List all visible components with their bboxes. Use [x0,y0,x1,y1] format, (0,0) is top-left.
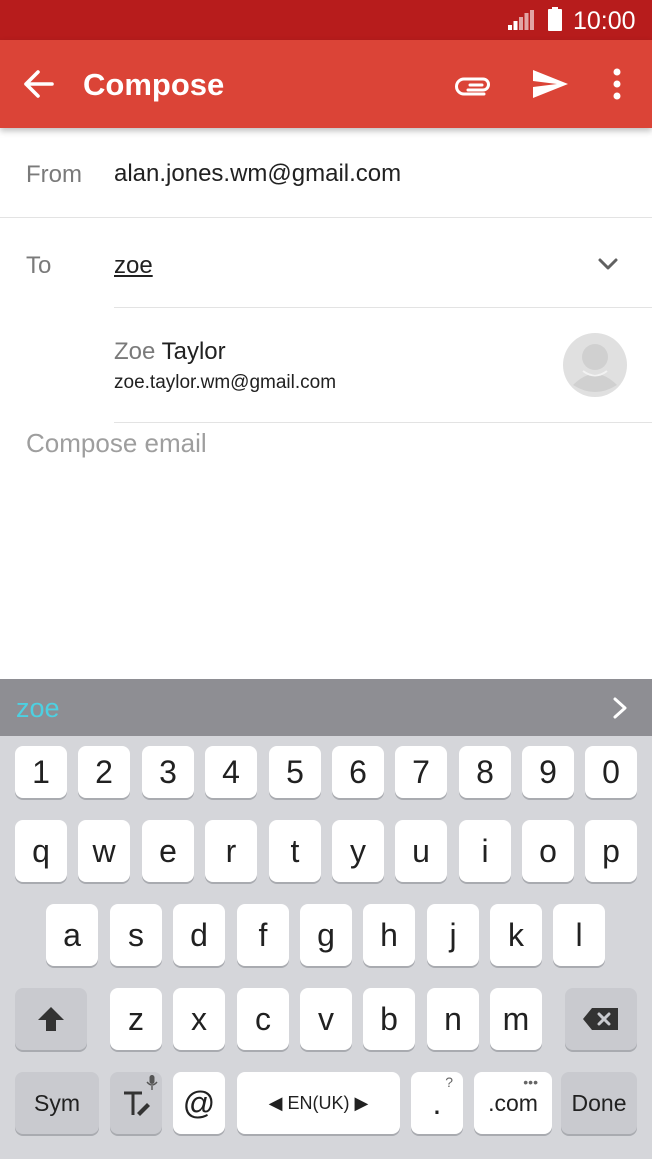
language-label: EN(UK) [287,1092,350,1113]
key-m[interactable]: m [490,988,542,1050]
language-left-icon: ◀ [268,1092,288,1113]
text-mode-icon [124,1091,150,1116]
dotcom-hint: ••• [523,1074,538,1090]
key-a[interactable]: a [46,904,98,966]
text-mode-key[interactable] [110,1072,162,1134]
period-key-label: . [432,1084,442,1121]
key-5[interactable]: 5 [269,746,321,798]
key-0[interactable]: 0 [585,746,637,798]
mic-icon [146,1075,158,1090]
key-4[interactable]: 4 [205,746,257,798]
to-input[interactable]: zoe [114,252,153,280]
space-key[interactable]: ◀ EN(UK) ▶ [237,1072,400,1134]
from-label: From [26,161,82,188]
key-q[interactable]: q [15,820,67,882]
key-b[interactable]: b [363,988,415,1050]
dotcom-key-label: .com [488,1089,538,1116]
from-account[interactable]: alan.jones.wm@gmail.com [114,160,401,188]
backspace-key[interactable] [565,988,637,1050]
send-icon[interactable] [530,66,570,102]
key-p[interactable]: p [585,820,637,882]
key-c[interactable]: c [237,988,289,1050]
key-f[interactable]: f [237,904,289,966]
divider [114,422,652,423]
key-8[interactable]: 8 [459,746,511,798]
at-key[interactable]: @ [173,1072,225,1134]
key-i[interactable]: i [459,820,511,882]
dotcom-key[interactable]: ••• .com [474,1072,552,1134]
status-time: 10:00 [573,7,636,35]
prediction-bar: zoe [0,679,652,736]
from-row[interactable]: From alan.jones.wm@gmail.com [0,128,652,218]
key-h[interactable]: h [363,904,415,966]
key-v[interactable]: v [300,988,352,1050]
key-2[interactable]: 2 [78,746,130,798]
key-1[interactable]: 1 [15,746,67,798]
page-title: Compose [83,67,225,102]
more-vert-icon[interactable] [604,64,630,104]
key-6[interactable]: 6 [332,746,384,798]
contact-suggestion[interactable]: Zoe Taylor zoe.taylor.wm@gmail.com [0,308,652,423]
key-y[interactable]: y [332,820,384,882]
key-e[interactable]: e [142,820,194,882]
shift-key[interactable] [15,988,87,1050]
chevron-right-icon[interactable] [610,696,630,720]
language-right-icon: ▶ [349,1092,369,1113]
shift-icon [38,1007,64,1031]
suggestion-name-rest: Taylor [155,338,226,365]
suggestion-name-match: Zoe [114,338,156,365]
period-hint: ? [445,1074,453,1090]
keyboard: 1 2 3 4 5 6 7 8 9 0 q w e r t y u i o p … [0,736,652,1159]
key-7[interactable]: 7 [395,746,447,798]
key-3[interactable]: 3 [142,746,194,798]
signal-icon [508,10,534,30]
attach-icon[interactable] [454,66,494,102]
key-u[interactable]: u [395,820,447,882]
key-s[interactable]: s [110,904,162,966]
suggestion-email: zoe.taylor.wm@gmail.com [114,372,337,393]
key-k[interactable]: k [490,904,542,966]
key-z[interactable]: z [110,988,162,1050]
done-key[interactable]: Done [561,1072,637,1134]
battery-icon [548,7,562,31]
suggestion-name: Zoe Taylor [114,338,226,366]
sym-key-label: Sym [34,1089,80,1116]
compose-body-input[interactable]: Compose email [26,428,207,459]
key-j[interactable]: j [427,904,479,966]
status-bar: 10:00 [0,0,652,40]
contact-avatar-icon [563,333,627,397]
key-o[interactable]: o [522,820,574,882]
key-n[interactable]: n [427,988,479,1050]
backspace-icon [583,1008,618,1030]
sym-key[interactable]: Sym [15,1072,99,1134]
app-bar: Compose [0,40,652,128]
back-arrow-icon[interactable] [18,62,58,106]
key-x[interactable]: x [173,988,225,1050]
key-t[interactable]: t [269,820,321,882]
done-key-label: Done [571,1089,627,1116]
prediction-word[interactable]: zoe [16,693,60,724]
key-l[interactable]: l [553,904,605,966]
chevron-down-icon[interactable] [594,253,622,275]
key-d[interactable]: d [173,904,225,966]
key-w[interactable]: w [78,820,130,882]
to-label: To [26,252,52,279]
period-key[interactable]: ? . [411,1072,463,1134]
to-row: To zoe [0,218,652,308]
key-g[interactable]: g [300,904,352,966]
key-r[interactable]: r [205,820,257,882]
key-9[interactable]: 9 [522,746,574,798]
